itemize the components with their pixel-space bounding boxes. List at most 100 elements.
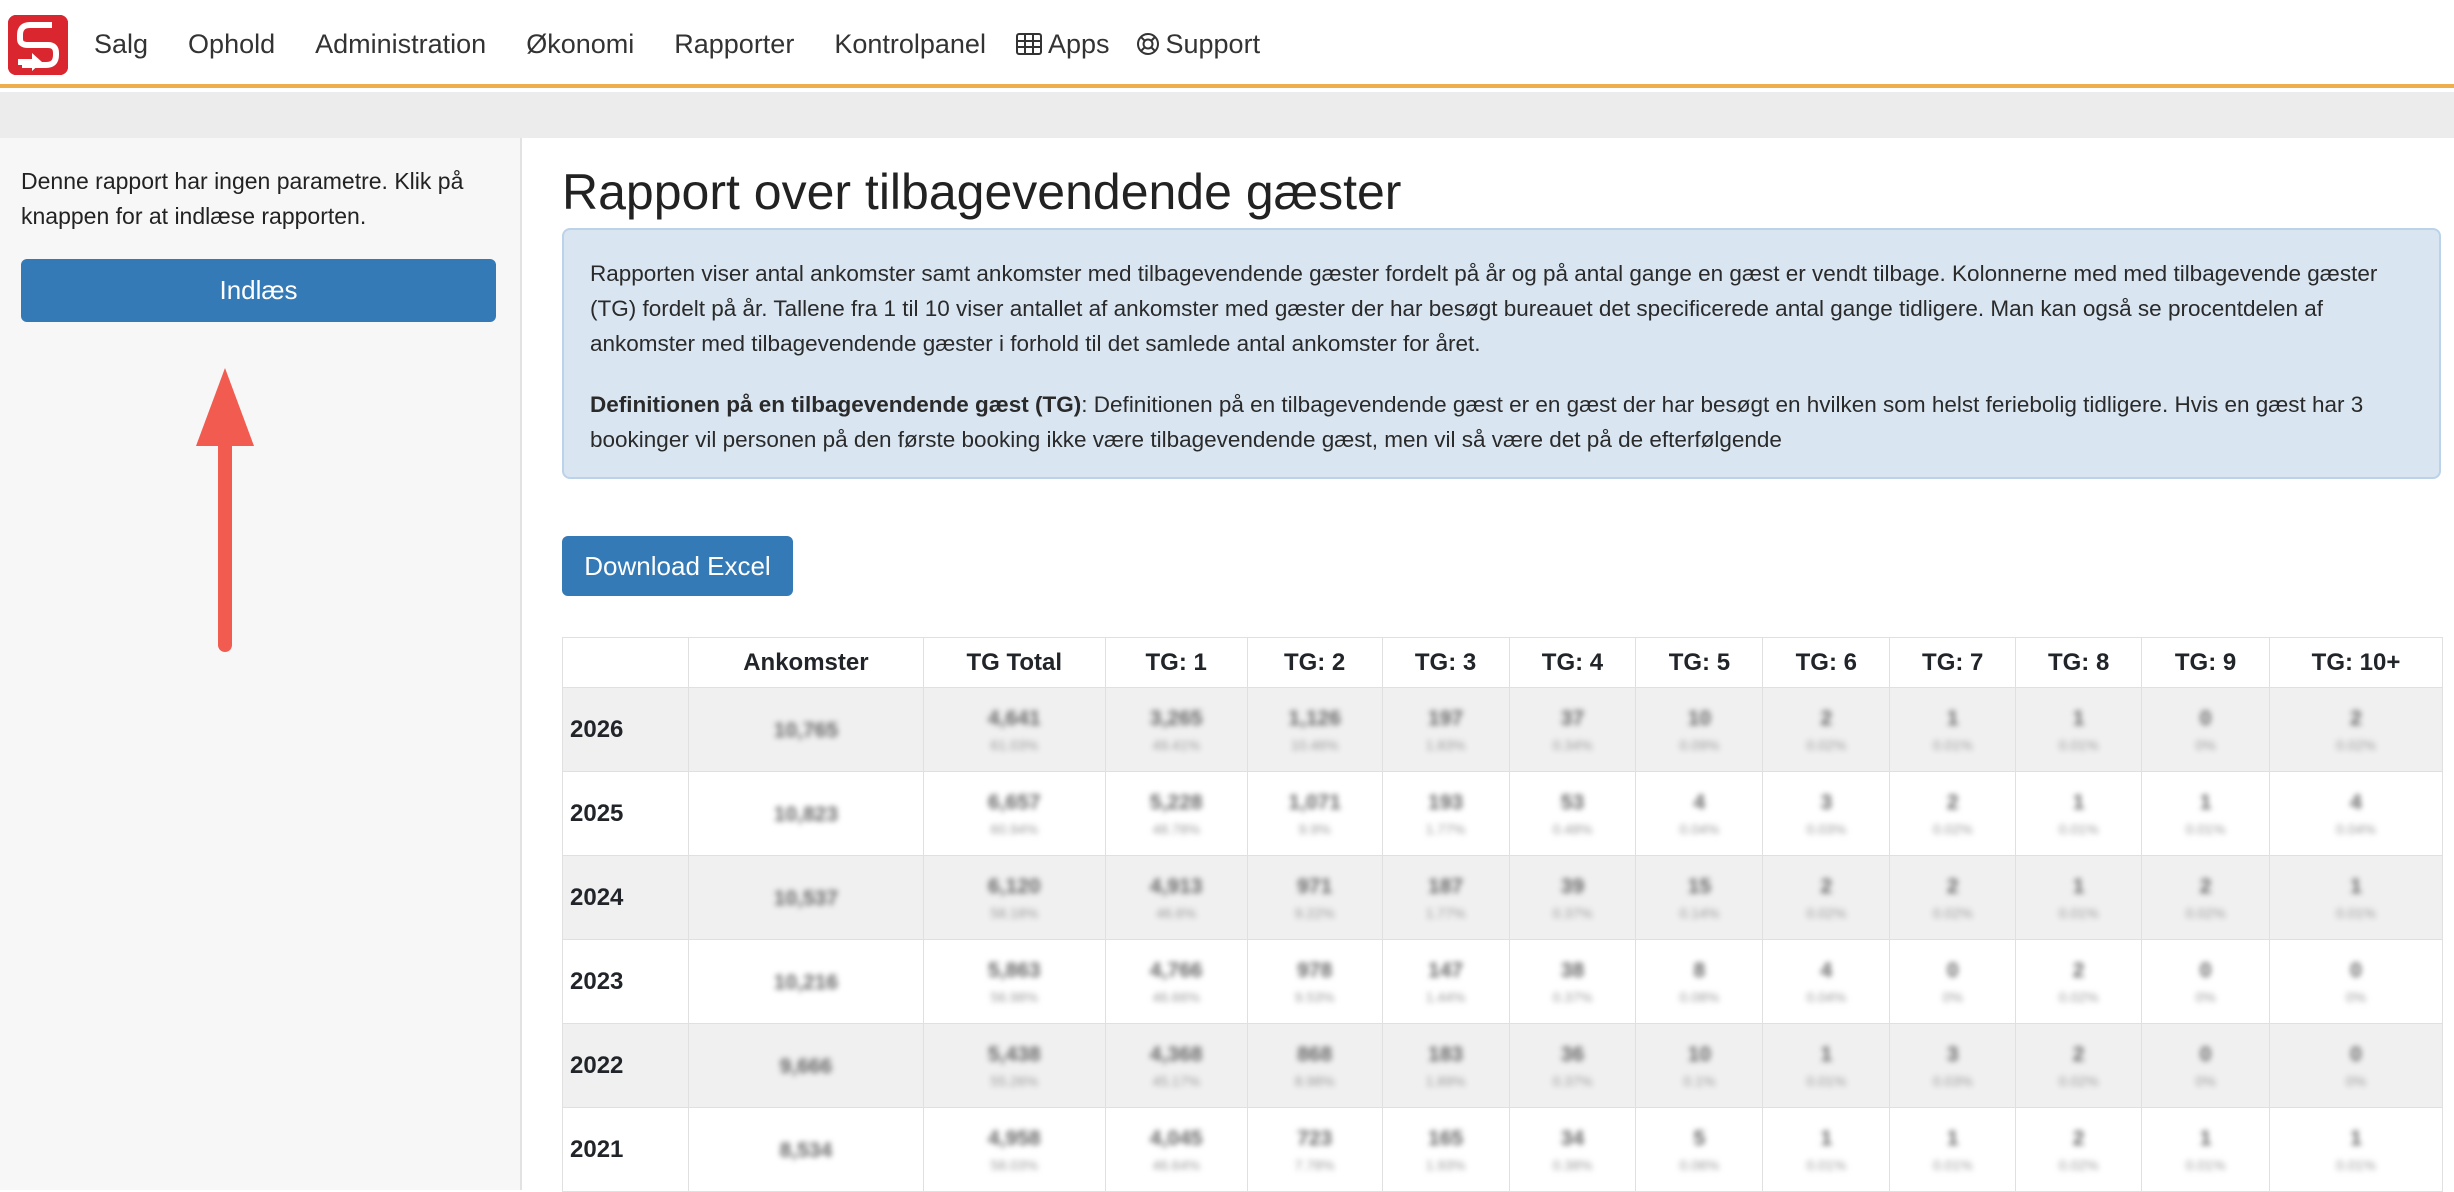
tg-cell: 4 0.04% [1762, 939, 1891, 1024]
tg-cell: 1 0.01% [2141, 771, 2271, 856]
nav-item-rapporter[interactable]: Rapporter [674, 29, 794, 60]
tg-count: 868 [1297, 1042, 1333, 1066]
table-row: 2024 10,537 6,120 58.18% 4,913 46.6% 971 9.22% 1… [562, 855, 2443, 940]
tg-count: 723 [1297, 1126, 1333, 1150]
tg-percent: 1.93% [1425, 1156, 1466, 1173]
tg-count: 39 [1560, 874, 1585, 898]
tg-percent: 0.02% [1932, 820, 1973, 837]
tg-cell: 193 1.77% [1381, 771, 1510, 856]
tg-cell: 5,438 55.26% [922, 1023, 1106, 1108]
tg-count: 2 [1946, 790, 1959, 814]
tg-percent: 0.01% [2058, 904, 2099, 921]
tg-cell: 15 0.14% [1635, 855, 1764, 940]
tg-percent: 48.78% [1152, 820, 1200, 837]
tg-cell: 1,071 9.9% [1246, 771, 1383, 856]
tg-cell: 53 0.48% [1508, 771, 1637, 856]
tg-percent: 1.77% [1425, 904, 1466, 921]
tg-count: 4,368 [1149, 1042, 1203, 1066]
tg-cell: 8 0.08% [1635, 939, 1764, 1024]
tg-count: 5,438 [988, 1042, 1041, 1066]
tg-percent: 58.18% [990, 904, 1039, 921]
tg-cell: 34 0.38% [1508, 1107, 1637, 1192]
tg-percent: 46.64% [1152, 1156, 1200, 1173]
nav-item-ophold[interactable]: Ophold [188, 29, 275, 60]
tg-count: 1 [2072, 790, 2085, 814]
tg-count: 1 [1820, 1126, 1833, 1150]
tg-percent: 45.17% [1152, 1072, 1200, 1089]
tg-count: 5,863 [988, 958, 1041, 982]
tg-percent: 0.48% [1552, 820, 1593, 837]
tg-cell: 0 0% [2141, 1023, 2271, 1108]
definition-title: Definitionen på en tilbagevendende gæst … [590, 392, 1082, 417]
tg-percent: 0.04% [1806, 988, 1847, 1005]
arrow-up-icon [196, 368, 254, 652]
tg-count: 4,913 [1149, 874, 1203, 898]
tg-cell: 1 0.01% [2269, 1107, 2443, 1192]
arrivals-value: 10,765 [773, 718, 838, 742]
tg-cell: 36 0.37% [1508, 1023, 1637, 1108]
tg-percent: 0.37% [1552, 988, 1593, 1005]
table-header-cell: TG: 4 [1508, 637, 1637, 688]
tg-cell: 4 0.04% [1635, 771, 1764, 856]
tg-count: 53 [1560, 790, 1585, 814]
tg-percent: 0.01% [1932, 736, 1973, 753]
tg-percent: 0.08% [1679, 988, 1720, 1005]
arrivals-value: 9,666 [779, 1054, 833, 1078]
tg-count: 2 [1820, 706, 1833, 730]
tg-percent: 7.78% [1294, 1156, 1335, 1173]
arrivals-value: 10,216 [773, 970, 838, 994]
tg-cell: 1 0.01% [2269, 855, 2443, 940]
tg-percent: 1.77% [1425, 820, 1466, 837]
page-title: Rapport over tilbagevendende gæster [562, 164, 1402, 220]
tg-count: 2 [1820, 874, 1833, 898]
tg-percent: 0.02% [2058, 1156, 2099, 1173]
tg-count: 6,120 [988, 874, 1041, 898]
tg-percent: 0% [2195, 1072, 2216, 1089]
top-navbar: Salg Ophold Administration Økonomi Rappo… [0, 0, 2454, 88]
tg-count: 5,228 [1149, 790, 1203, 814]
table-header-cell [562, 637, 689, 688]
tg-cell: 1 0.01% [2015, 687, 2143, 772]
tg-percent: 0.04% [1679, 820, 1720, 837]
grid-icon [1015, 33, 1042, 55]
tg-percent: 0.01% [2336, 904, 2376, 921]
table-header-cell: TG: 5 [1635, 637, 1764, 688]
tg-cell: 197 1.83% [1381, 687, 1510, 772]
tg-percent: 0.37% [1552, 1072, 1593, 1089]
tg-cell: 2 0.02% [2141, 855, 2271, 940]
tg-count: 0 [1946, 958, 1959, 982]
table-header-cell: TG: 10+ [2269, 637, 2443, 688]
nav-item-okonomi[interactable]: Økonomi [526, 29, 634, 60]
tg-cell: 1,126 10.46% [1246, 687, 1383, 772]
tg-cell: 1 0.01% [1889, 1107, 2017, 1192]
tg-percent: 8.98% [1294, 1072, 1335, 1089]
tg-count: 2 [2350, 706, 2362, 730]
tg-count: 1 [2350, 874, 2362, 898]
nav-item-administration[interactable]: Administration [315, 29, 486, 60]
nav-item-salg[interactable]: Salg [94, 29, 148, 60]
tg-count: 183 [1428, 1042, 1464, 1066]
tg-cell: 2 0.02% [2015, 1023, 2143, 1108]
nav-item-support[interactable]: Support [1136, 29, 1260, 60]
download-excel-button[interactable]: Download Excel [562, 536, 793, 596]
tg-count: 0 [2199, 1042, 2212, 1066]
tg-cell: 10 0.09% [1635, 687, 1764, 772]
tg-count: 3 [1820, 790, 1833, 814]
tg-cell: 4,641 61.03% [922, 687, 1106, 772]
tg-count: 1,126 [1288, 706, 1341, 730]
tg-cell: 0 0% [2141, 687, 2271, 772]
tg-cell: 39 0.37% [1508, 855, 1637, 940]
nav-item-kontrolpanel[interactable]: Kontrolpanel [834, 29, 986, 60]
tg-percent: 1.83% [1425, 736, 1466, 753]
table-row: 2025 10,823 6,657 60.94% 5,228 48.78% 1,071 9.9… [562, 771, 2443, 856]
tg-percent: 0.09% [1679, 736, 1720, 753]
tg-percent: 0.01% [1806, 1072, 1847, 1089]
app-logo[interactable] [8, 15, 68, 75]
tg-count: 1 [1946, 1126, 1959, 1150]
tg-cell: 0 0% [2141, 939, 2271, 1024]
load-report-button[interactable]: Indlæs [21, 259, 496, 322]
nav-item-apps[interactable]: Apps [1015, 29, 1110, 60]
tg-cell: 0 0% [1889, 939, 2017, 1024]
tg-count: 193 [1428, 790, 1464, 814]
tg-percent: 0.01% [2058, 820, 2099, 837]
